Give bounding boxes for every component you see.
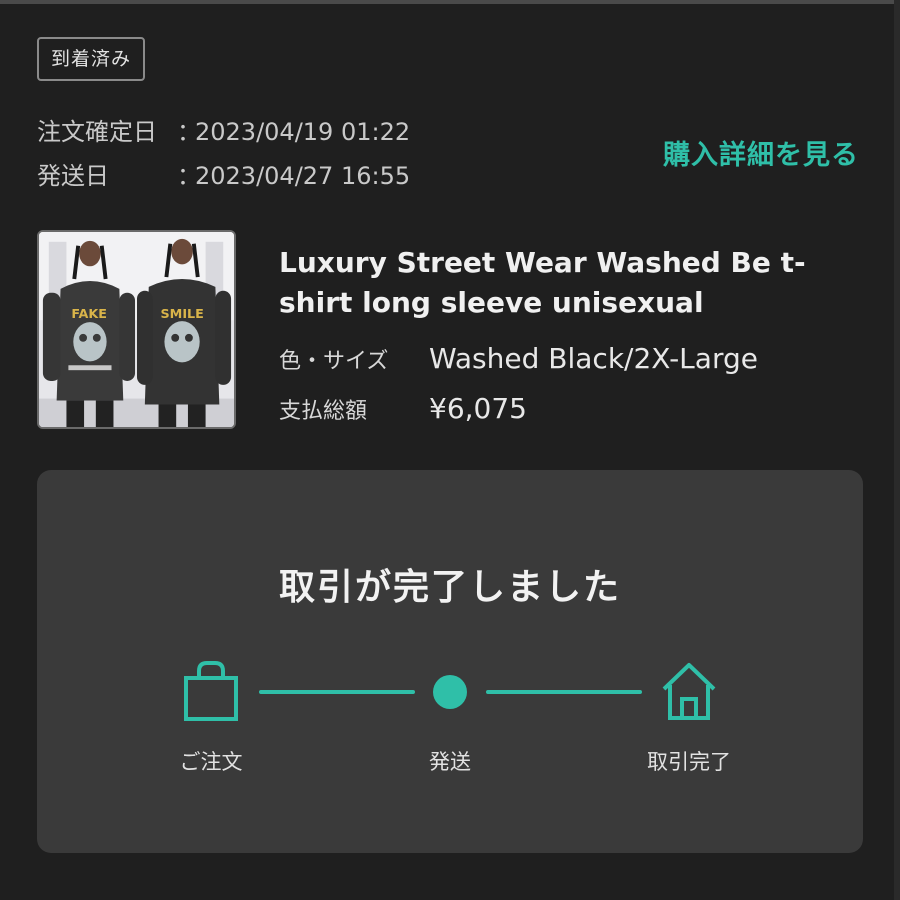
total-row: 支払総額 ¥6,075	[279, 392, 527, 425]
transaction-status-card: 取引が完了しました ご注文 発送 取引完了	[37, 470, 863, 853]
order-date-label: 注文確定日	[37, 118, 157, 146]
step-label-order: ご注文	[179, 750, 243, 774]
ship-date-label: 発送日	[37, 162, 109, 190]
ship-date-value: 2023/04/27 16:55	[195, 162, 411, 190]
color-size-value: Washed Black/2X-Large	[429, 342, 758, 375]
scroll-edge	[894, 0, 900, 900]
total-value: ¥6,075	[429, 392, 527, 425]
color-size-row: 色・サイズ Washed Black/2X-Large	[279, 342, 758, 375]
svg-text:SMILE: SMILE	[161, 307, 204, 322]
top-divider	[0, 0, 900, 4]
ship-date-row: 発送日 ：2023/04/27 16:55	[37, 156, 410, 191]
product-image[interactable]: FAKE SMILE	[37, 230, 236, 429]
ship-date-separator: ：	[177, 162, 201, 190]
product-title[interactable]: Luxury Street Wear Washed Be t-shirt lon…	[279, 243, 839, 323]
order-date-row: 注文確定日 ：2023/04/19 01:22	[37, 112, 410, 147]
purchase-details-link[interactable]: 購入詳細を見る	[663, 133, 859, 172]
dot-icon	[433, 675, 467, 709]
svg-text:FAKE: FAKE	[71, 307, 107, 322]
order-date-separator: ：	[177, 118, 201, 146]
progress-line-2	[486, 690, 642, 694]
progress-line-1	[259, 690, 415, 694]
step-label-shipping: 発送	[429, 750, 471, 774]
product-photo-illustration: FAKE SMILE	[39, 232, 234, 427]
order-date-value: 2023/04/19 01:22	[195, 118, 411, 146]
status-badge: 到着済み	[37, 37, 146, 81]
shopping-bag-icon	[184, 661, 238, 721]
total-label: 支払総額	[279, 399, 368, 424]
transaction-complete-title: 取引が完了しました	[278, 567, 621, 608]
house-icon	[662, 663, 716, 720]
color-size-label: 色・サイズ	[279, 349, 389, 374]
step-label-complete: 取引完了	[647, 750, 731, 774]
